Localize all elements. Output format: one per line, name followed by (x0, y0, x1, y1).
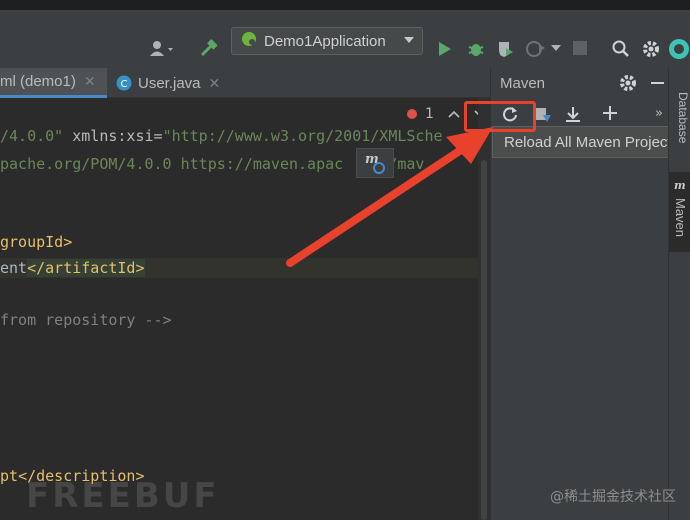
close-icon[interactable]: ✕ (209, 75, 221, 92)
user-icon[interactable] (146, 36, 180, 62)
svg-text:m: m (365, 152, 379, 167)
maven-header: Maven (491, 68, 669, 98)
side-tab-database[interactable]: Database (676, 92, 690, 143)
profile-icon[interactable] (524, 38, 548, 60)
code-tag: groupId (0, 233, 64, 251)
code-tag: > (63, 233, 73, 251)
svg-text:C: C (121, 79, 128, 90)
spring-boot-icon (240, 30, 258, 52)
watermark-logo: FREEBUF (26, 476, 220, 516)
chevron-up-icon[interactable] (448, 110, 460, 118)
highlight-annotation-box (464, 101, 536, 132)
tab-label: ml (demo1) (0, 73, 76, 90)
run-configuration-label: Demo1Application (264, 32, 386, 50)
download-icon[interactable] (564, 105, 582, 123)
editor-tab-bar: ml (demo1) ✕ C User.java ✕ (0, 68, 490, 98)
code-string: "http://www.w3.org/2001/XMLSche (162, 127, 443, 145)
generate-sources-icon[interactable] (534, 106, 552, 124)
code-tag: </artifactId> (27, 259, 145, 277)
coverage-icon[interactable] (494, 38, 516, 60)
build-hammer-icon[interactable] (196, 36, 222, 62)
maven-load-changes-button[interactable]: m (356, 148, 394, 178)
maven-m-icon: m (673, 178, 687, 192)
error-icon (407, 109, 417, 119)
add-icon[interactable] (602, 105, 618, 121)
code-string: /4.0.0" (0, 127, 64, 145)
code-comment: from repository --> (0, 311, 172, 329)
code-line: from repository --> (0, 310, 172, 330)
more-chevron-icon[interactable]: » (655, 106, 663, 121)
debug-icon[interactable] (465, 38, 487, 60)
chevron-down-icon (404, 37, 414, 43)
jetbrains-toolbox-icon[interactable] (668, 36, 690, 62)
close-icon[interactable]: ✕ (84, 73, 96, 90)
code-tag: pt (0, 467, 19, 485)
maven-title: Maven (500, 74, 546, 92)
java-class-icon: C (116, 75, 132, 91)
chevron-down-icon[interactable] (550, 42, 562, 54)
tab-user-java[interactable]: C User.java ✕ (112, 68, 232, 98)
side-tab-maven[interactable]: Maven (673, 198, 688, 237)
inspection-count: 1 (425, 106, 434, 122)
code-string: pache.org/POM/4.0.0 https://maven.apac (0, 155, 344, 173)
code-text: ent (0, 259, 28, 277)
settings-icon[interactable] (640, 38, 662, 60)
tab-label: User.java (138, 74, 201, 92)
window-top-strip (0, 0, 690, 10)
code-attribute: xmlns:xsi= (63, 127, 163, 145)
editor-scrollbar-thumb[interactable] (481, 160, 487, 520)
watermark-credit: @稀土掘金技术社区 (550, 489, 676, 505)
run-configuration-selector[interactable]: Demo1Application (231, 27, 423, 55)
svg-text:m: m (674, 179, 686, 192)
settings-icon[interactable] (619, 74, 637, 92)
run-icon[interactable] (435, 38, 455, 60)
stop-icon[interactable] (572, 40, 588, 56)
code-line: /4.0.0" xmlns:xsi="http://www.w3.org/200… (0, 126, 443, 146)
tab-pom-xml[interactable]: ml (demo1) ✕ (0, 68, 107, 98)
minimize-icon[interactable] (651, 82, 664, 84)
code-line: groupId> (0, 232, 72, 252)
code-line-current: ent</artifactId> (0, 258, 478, 278)
search-icon[interactable] (610, 38, 632, 60)
